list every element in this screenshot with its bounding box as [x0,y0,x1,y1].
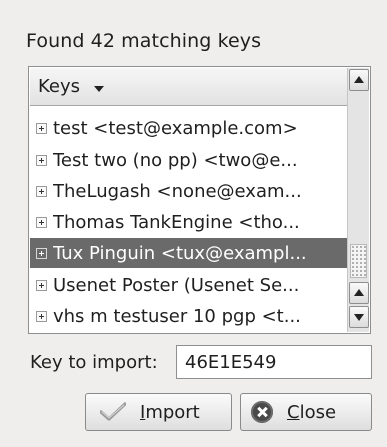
scrollbar-thumb[interactable] [350,244,367,278]
list-item[interactable]: test <test@example.com> [30,113,348,143]
arrow-up-icon [354,289,364,296]
list-item[interactable]: Thomas TankEngine <tho... [30,207,348,237]
key-to-import-input[interactable] [176,345,372,379]
vertical-scrollbar[interactable] [347,68,369,332]
list-item-label: Tux Pinguin <tux@exampl... [53,242,307,264]
status-text: Found 42 matching keys [26,30,262,52]
import-button[interactable]: Import [85,393,232,431]
arrow-up-icon [354,76,364,83]
list-item[interactable]: Test two (no pp) <two@e... [30,145,348,175]
list-item-label: vhs m testuser 10 pgp <t... [53,305,301,327]
expand-plus-icon[interactable] [36,247,47,259]
expand-plus-icon[interactable] [36,185,47,197]
list-item-label: Usenet Poster (Usenet Se... [53,274,300,296]
sort-down-arrow-icon [94,85,105,92]
scroll-up-button[interactable] [349,69,369,91]
list-item-label: test <test@example.com> [53,117,298,139]
list-item[interactable]: TheLugash <none@exam... [30,176,348,206]
column-header-label: Keys [38,76,81,97]
key-to-import-label: Key to import: [30,352,158,373]
key-rows: test <test@example.com> Test two (no pp)… [30,113,348,333]
arrow-down-icon [354,314,364,321]
scroll-down-button[interactable] [349,306,369,328]
checkmark-icon [100,402,126,421]
column-header-keys[interactable]: Keys [30,68,348,106]
list-item-selected[interactable]: Tux Pinguin <tux@exampl... [30,238,348,268]
scroll-up-button-lower[interactable] [349,282,369,304]
expand-plus-icon[interactable] [36,216,47,228]
expand-plus-icon[interactable] [36,122,47,134]
list-item-label: Test two (no pp) <two@e... [53,149,298,171]
import-button-label: Import [140,401,200,423]
list-item[interactable]: Usenet Poster (Usenet Se... [30,270,348,300]
key-list[interactable]: Keys test <test@example.com> Test two (n… [28,66,371,334]
expand-plus-icon[interactable] [36,154,47,166]
close-button[interactable]: Close [240,393,372,431]
list-item-label: Thomas TankEngine <tho... [53,211,300,233]
close-button-label: Close [287,401,337,423]
list-item-label: TheLugash <none@exam... [53,180,302,202]
expand-plus-icon[interactable] [36,310,47,322]
expand-plus-icon[interactable] [36,279,47,291]
close-circle-icon [251,401,273,423]
list-item[interactable]: vhs m testuser 10 pgp <t... [30,301,348,331]
